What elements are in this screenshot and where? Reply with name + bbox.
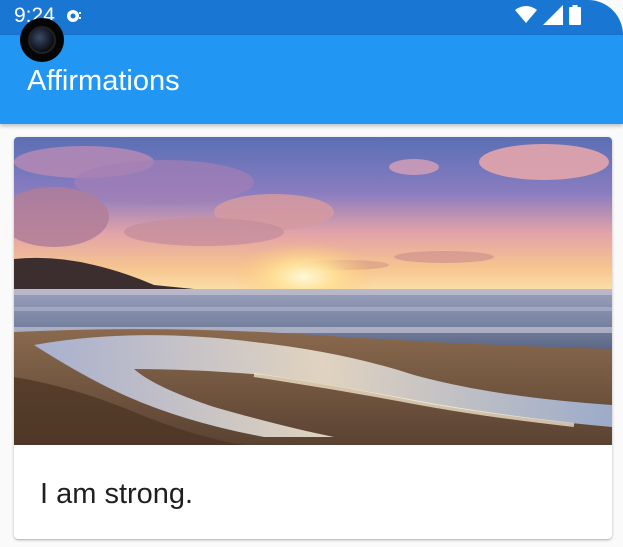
battery-icon (569, 4, 581, 30)
notification-icon (66, 8, 82, 24)
wifi-icon (515, 5, 537, 29)
camera-cutout (20, 18, 64, 62)
camera-lens (28, 26, 56, 54)
affirmation-card[interactable]: I am strong. (14, 137, 612, 539)
app-title: Affirmations (27, 65, 180, 97)
app-bar: Affirmations (0, 35, 623, 124)
screen: 9:24 Affirmations I am strong. (0, 0, 623, 547)
status-bar: 9:24 (0, 0, 623, 35)
signal-icon (543, 4, 563, 30)
sunset-beach-image (14, 137, 612, 445)
status-icons (515, 4, 581, 30)
affirmation-text: I am strong. (40, 478, 194, 510)
